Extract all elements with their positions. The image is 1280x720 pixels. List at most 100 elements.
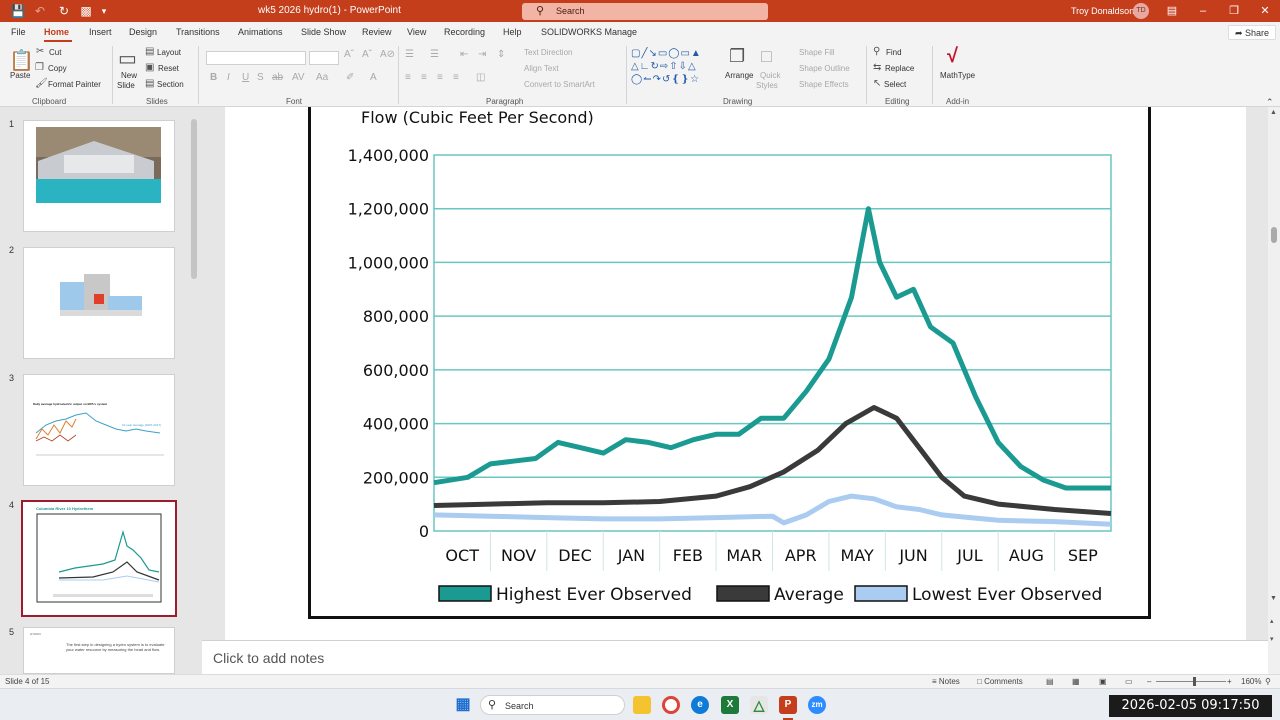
align-left-icon[interactable]: ≡ bbox=[405, 72, 411, 83]
tab-file[interactable]: File bbox=[11, 27, 26, 37]
file-explorer-icon[interactable] bbox=[633, 696, 651, 714]
increase-indent-icon[interactable]: ⇥ bbox=[478, 49, 486, 60]
replace-icon[interactable]: ⇆ bbox=[873, 62, 881, 73]
grow-font-icon[interactable]: Aˆ bbox=[344, 49, 354, 60]
justify-icon[interactable]: ≡ bbox=[453, 72, 459, 83]
tab-animations[interactable]: Animations bbox=[238, 27, 283, 37]
present-icon[interactable]: ▩ bbox=[78, 3, 94, 19]
slide-thumbnail-5[interactable]: HYDRO The first step in designing a hydr… bbox=[23, 627, 175, 674]
editor-scroll-thumb[interactable] bbox=[1271, 227, 1277, 243]
redo-icon[interactable]: ↻ bbox=[56, 3, 72, 19]
reading-view-icon[interactable]: ▣ bbox=[1099, 677, 1107, 686]
align-right-icon[interactable]: ≡ bbox=[437, 72, 443, 83]
tab-recording[interactable]: Recording bbox=[444, 27, 485, 37]
highlight-icon[interactable]: ✐ bbox=[346, 72, 354, 83]
slide-canvas[interactable]: Flow (Cubic Feet Per Second) 1,400,000 1,… bbox=[225, 107, 1246, 640]
zoom-app-icon[interactable]: zm bbox=[808, 696, 826, 714]
tab-insert[interactable]: Insert bbox=[89, 27, 112, 37]
tab-review[interactable]: Review bbox=[362, 27, 392, 37]
tab-view[interactable]: View bbox=[407, 27, 426, 37]
format-painter-icon[interactable]: 🖌 bbox=[35, 78, 48, 89]
section-icon[interactable]: ▤ bbox=[145, 78, 154, 89]
scroll-up-icon[interactable]: ▲ bbox=[1270, 109, 1277, 116]
find-button[interactable]: Find bbox=[886, 48, 902, 57]
previous-slide-icon[interactable]: ▴ bbox=[1270, 617, 1274, 625]
format-painter-button[interactable]: Format Painter bbox=[48, 80, 101, 89]
bullets-icon[interactable]: ☰ bbox=[405, 49, 414, 60]
section-button[interactable]: Section bbox=[157, 80, 184, 89]
powerpoint-icon[interactable]: P bbox=[779, 696, 797, 714]
line-spacing-icon[interactable]: ⇕ bbox=[497, 49, 505, 60]
clear-formatting-icon[interactable]: A⊘ bbox=[380, 49, 395, 60]
align-text-button[interactable]: Align Text bbox=[524, 64, 559, 73]
shape-effects-button[interactable]: Shape Effects bbox=[799, 80, 849, 89]
ribbon-display-icon[interactable]: ▤ bbox=[1163, 3, 1181, 19]
editor-scrollbar[interactable]: ▲ ▼ ▴ ▾ bbox=[1268, 107, 1280, 674]
quick-styles-button-2[interactable]: Styles bbox=[756, 81, 778, 90]
font-color-icon[interactable]: A bbox=[370, 72, 377, 83]
next-slide-icon[interactable]: ▾ bbox=[1270, 635, 1274, 643]
drive-icon[interactable]: △ bbox=[750, 696, 768, 714]
bold-icon[interactable]: B bbox=[210, 72, 217, 83]
notes-pane[interactable]: Click to add notes bbox=[202, 640, 1268, 674]
thumbnail-scrollbar[interactable] bbox=[189, 109, 199, 672]
notes-button[interactable]: ≡ Notes bbox=[932, 677, 960, 686]
zoom-slider-thumb[interactable] bbox=[1193, 677, 1196, 686]
comments-button[interactable]: □ Comments bbox=[977, 677, 1023, 686]
chrome-icon[interactable] bbox=[662, 696, 680, 714]
shrink-font-icon[interactable]: Aˇ bbox=[362, 49, 372, 60]
slide-thumbnail-4[interactable]: Columbia River 10 Hydrothem bbox=[21, 500, 177, 617]
slideshow-icon[interactable]: ▭ bbox=[1125, 677, 1133, 686]
new-slide-button[interactable]: New bbox=[121, 71, 137, 80]
numbering-icon[interactable]: ☰ bbox=[430, 49, 439, 60]
zoom-in-icon[interactable]: + bbox=[1227, 677, 1232, 686]
shapes-gallery[interactable]: ▢╱↘▭◯▭▲ △∟↻⇨⇧⇩△ ◯↼↷↺❴❵☆ bbox=[631, 47, 719, 89]
reset-button[interactable]: Reset bbox=[158, 64, 179, 73]
edge-icon[interactable]: e bbox=[691, 696, 709, 714]
flow-chart-image[interactable]: Flow (Cubic Feet Per Second) 1,400,000 1,… bbox=[308, 107, 1151, 619]
user-name[interactable]: Troy Donaldson bbox=[1071, 6, 1134, 16]
tab-solidworks-manage[interactable]: SOLIDWORKS Manage bbox=[541, 27, 637, 37]
undo-icon[interactable]: ↶ bbox=[32, 3, 48, 19]
convert-smartart-button[interactable]: Convert to SmartArt bbox=[524, 80, 595, 89]
quick-styles-button[interactable]: Quick bbox=[760, 71, 780, 80]
slide-thumbnail-1[interactable] bbox=[23, 120, 175, 232]
shape-outline-button[interactable]: Shape Outline bbox=[799, 64, 850, 73]
notes-placeholder[interactable]: Click to add notes bbox=[213, 650, 324, 666]
align-center-icon[interactable]: ≡ bbox=[421, 72, 427, 83]
windows-start-icon[interactable]: ▦ bbox=[454, 696, 472, 714]
replace-button[interactable]: Replace bbox=[885, 64, 914, 73]
character-spacing-icon[interactable]: AV bbox=[292, 72, 305, 83]
slide-thumbnail-2[interactable] bbox=[23, 247, 175, 359]
layout-icon[interactable]: ▤ bbox=[145, 46, 154, 57]
change-case-icon[interactable]: Aa bbox=[316, 72, 328, 83]
cut-icon[interactable]: ✂ bbox=[36, 46, 44, 57]
zoom-out-icon[interactable]: – bbox=[1147, 677, 1151, 686]
paste-button[interactable]: Paste bbox=[10, 71, 30, 80]
cut-button[interactable]: Cut bbox=[49, 48, 61, 57]
arrange-icon[interactable]: ❐ bbox=[729, 46, 745, 67]
quick-styles-icon[interactable]: □ bbox=[761, 46, 772, 67]
columns-icon[interactable]: ◫ bbox=[476, 72, 485, 83]
close-icon[interactable]: ✕ bbox=[1256, 3, 1274, 19]
mathtype-icon[interactable]: √ bbox=[947, 45, 958, 68]
tab-home[interactable]: Home bbox=[44, 27, 69, 37]
shape-fill-button[interactable]: Shape Fill bbox=[799, 48, 835, 57]
shadow-icon[interactable]: S bbox=[257, 72, 264, 83]
zoom-slider[interactable] bbox=[1156, 681, 1226, 682]
taskbar-search[interactable]: ⚲ Search bbox=[480, 695, 625, 715]
restore-icon[interactable]: ❐ bbox=[1225, 3, 1243, 19]
copy-button[interactable]: Copy bbox=[48, 64, 67, 73]
zoom-level[interactable]: 160% bbox=[1241, 677, 1261, 686]
arrange-button[interactable]: Arrange bbox=[725, 71, 753, 80]
excel-icon[interactable]: X bbox=[721, 696, 739, 714]
font-size-field[interactable] bbox=[309, 51, 339, 65]
search-box[interactable]: ⚲ Search bbox=[522, 3, 768, 20]
minimize-icon[interactable]: – bbox=[1194, 3, 1212, 19]
mathtype-button[interactable]: MathType bbox=[940, 71, 975, 80]
thumbnail-scroll-thumb[interactable] bbox=[191, 119, 197, 279]
tab-transitions[interactable]: Transitions bbox=[176, 27, 220, 37]
share-button[interactable]: ➦ Share bbox=[1228, 25, 1277, 40]
tab-slide-show[interactable]: Slide Show bbox=[301, 27, 346, 37]
customize-qat-icon[interactable]: ▾ bbox=[96, 3, 112, 19]
